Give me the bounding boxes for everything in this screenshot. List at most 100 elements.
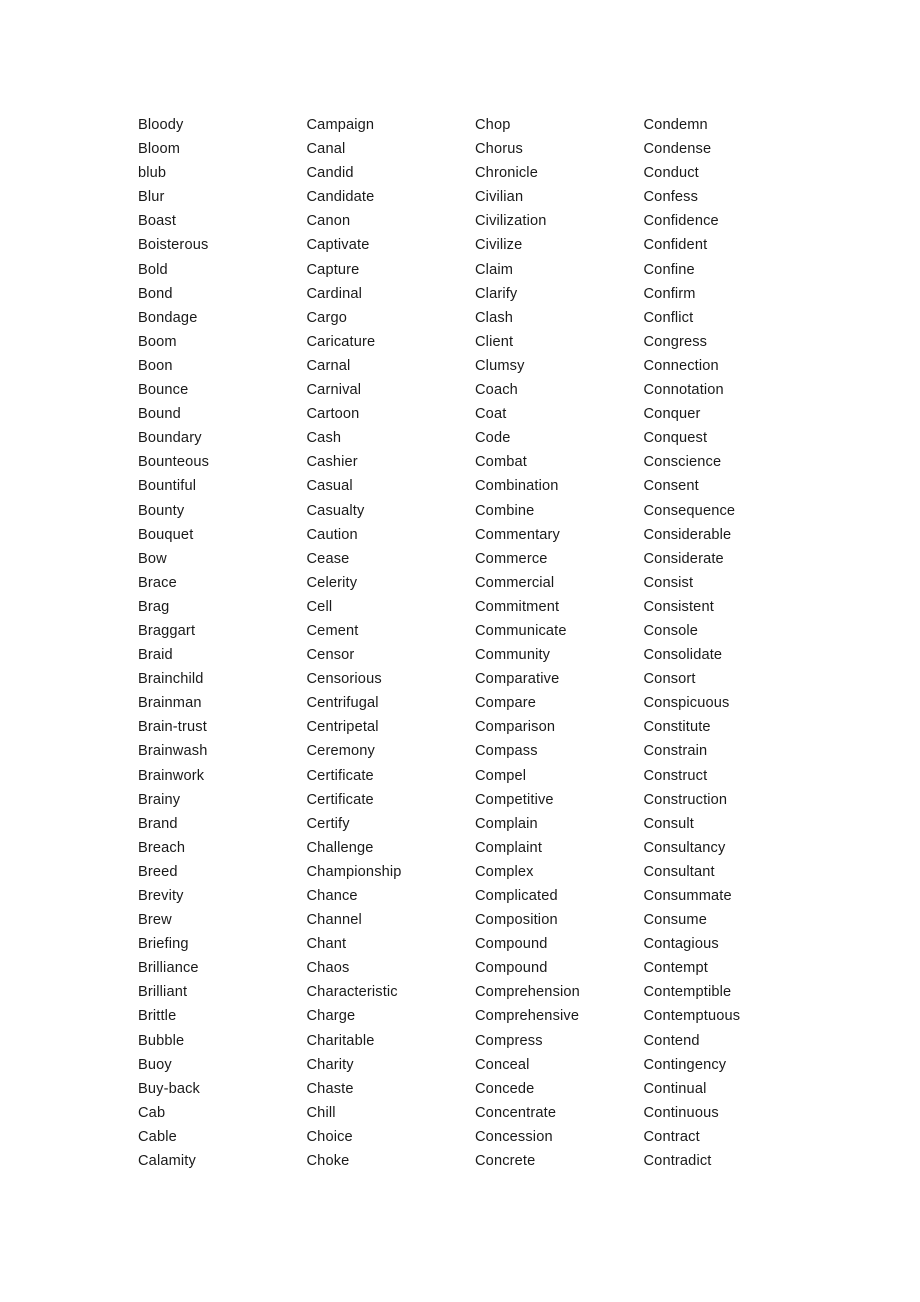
word-item: Bondage (138, 309, 198, 326)
word-item: Cargo (306, 309, 347, 326)
word-item: Coach (475, 382, 518, 399)
word-item: Compass (475, 743, 538, 760)
word-item: Brainchild (138, 671, 204, 688)
word-item: Bounty (138, 502, 185, 519)
word-item: Casual (306, 478, 353, 495)
word-item: Consult (643, 815, 695, 832)
word-item: Combat (475, 454, 527, 471)
word-item: Conquer (643, 406, 701, 423)
word-item: Cement (306, 622, 359, 639)
word-item: Conquest (643, 430, 708, 447)
word-item: Comparative (475, 671, 560, 688)
word-item: Confess (643, 189, 699, 206)
word-item: Chaos (306, 960, 350, 977)
word-item: Consummate (643, 888, 732, 904)
word-item: Certificate (306, 791, 374, 808)
word-item: Brilliant (138, 984, 188, 1001)
word-item: Clumsy (475, 357, 525, 374)
word-item: Consolidate (643, 647, 723, 664)
word-item: Compound (475, 936, 548, 953)
word-item: Brain-trust (138, 719, 207, 736)
word-item: Cartoon (306, 406, 360, 423)
word-item: Channel (306, 912, 362, 929)
word-item: Capture (306, 261, 360, 278)
word-item: blub (138, 165, 167, 182)
word-item: Conceal (475, 1056, 530, 1073)
word-item: Continuous (643, 1104, 719, 1121)
word-item: Charge (306, 1008, 356, 1025)
word-item: Considerate (643, 550, 724, 567)
word-item: Civilization (475, 213, 547, 230)
word-item: Breach (138, 839, 186, 856)
word-item: Confirm (643, 285, 696, 302)
word-item: Chance (306, 888, 358, 904)
word-item: Chant (306, 936, 347, 953)
word-item: Cease (306, 550, 350, 567)
column-3: Chop Chorus Chronicle Civilian Civilization C… (475, 113, 644, 1173)
word-item: Brainman (138, 695, 202, 712)
word-item: Combine (475, 502, 535, 519)
word-item: Buy-back (138, 1080, 201, 1097)
word-item: Compress (475, 1032, 543, 1049)
word-item: Contend (643, 1032, 700, 1049)
word-item: Consistent (643, 598, 714, 615)
word-item: Contract (643, 1128, 700, 1145)
word-item: Consultancy (643, 839, 726, 856)
word-item: Characteristic (306, 984, 398, 1001)
word-item: Console (643, 622, 699, 639)
word-item: Chop (475, 117, 511, 133)
word-item: Choice (306, 1128, 353, 1145)
word-item: Clarify (475, 285, 518, 302)
word-item: Bound (138, 406, 181, 423)
word-item: Conflict (643, 309, 694, 326)
word-item: Constitute (643, 719, 711, 736)
word-item: Consume (643, 912, 707, 929)
word-item: Code (475, 430, 511, 447)
column-1: Bloody Bloom blub Blur Boast Boisterous Bold Bo… (138, 113, 307, 1173)
word-item: Cardinal (306, 285, 363, 302)
word-item: Canon (306, 213, 351, 230)
word-item: Braggart (138, 622, 196, 639)
word-item: Boundary (138, 430, 202, 447)
word-item: Connotation (643, 382, 724, 399)
word-item: Brainwash (138, 743, 208, 760)
word-item: Complain (475, 815, 538, 832)
word-item: Cash (306, 430, 342, 447)
word-item: Boisterous (138, 237, 209, 254)
word-item: Ceremony (306, 743, 375, 760)
word-item: Contempt (643, 960, 708, 977)
word-item: Charitable (306, 1032, 375, 1049)
word-item: Bloom (138, 141, 181, 158)
word-item: Consultant (643, 863, 715, 880)
word-item: Composition (475, 912, 558, 929)
word-item: Conspicuous (643, 695, 730, 712)
word-item: Communicate (475, 622, 567, 639)
word-item: Boon (138, 357, 173, 374)
word-item: Buoy (138, 1056, 172, 1073)
word-item: Client (475, 333, 514, 350)
word-item: Chorus (475, 141, 523, 158)
word-item: Celerity (306, 574, 358, 591)
word-item: Commentary (475, 526, 560, 543)
word-item: Conduct (643, 165, 699, 182)
word-item: Compound (475, 960, 548, 977)
word-item: Brew (138, 912, 172, 929)
word-item: Breed (138, 863, 178, 880)
word-item: Bond (138, 285, 173, 302)
word-item: Comparison (475, 719, 556, 736)
word-item: Consent (643, 478, 699, 495)
word-item: Bounteous (138, 454, 210, 471)
word-item: Chill (306, 1104, 336, 1121)
word-item: Clash (475, 309, 514, 326)
word-item: Brand (138, 815, 178, 832)
word-item: Brittle (138, 1008, 177, 1025)
word-item: Constrain (643, 743, 708, 760)
word-item: Considerable (643, 526, 732, 543)
word-item: Brainwork (138, 767, 205, 784)
word-item: Chronicle (475, 165, 538, 182)
word-item: Brace (138, 574, 177, 591)
word-item: Continual (643, 1080, 707, 1097)
word-item: Boom (138, 333, 177, 350)
word-item: Community (475, 647, 551, 664)
word-item: Championship (306, 863, 402, 880)
